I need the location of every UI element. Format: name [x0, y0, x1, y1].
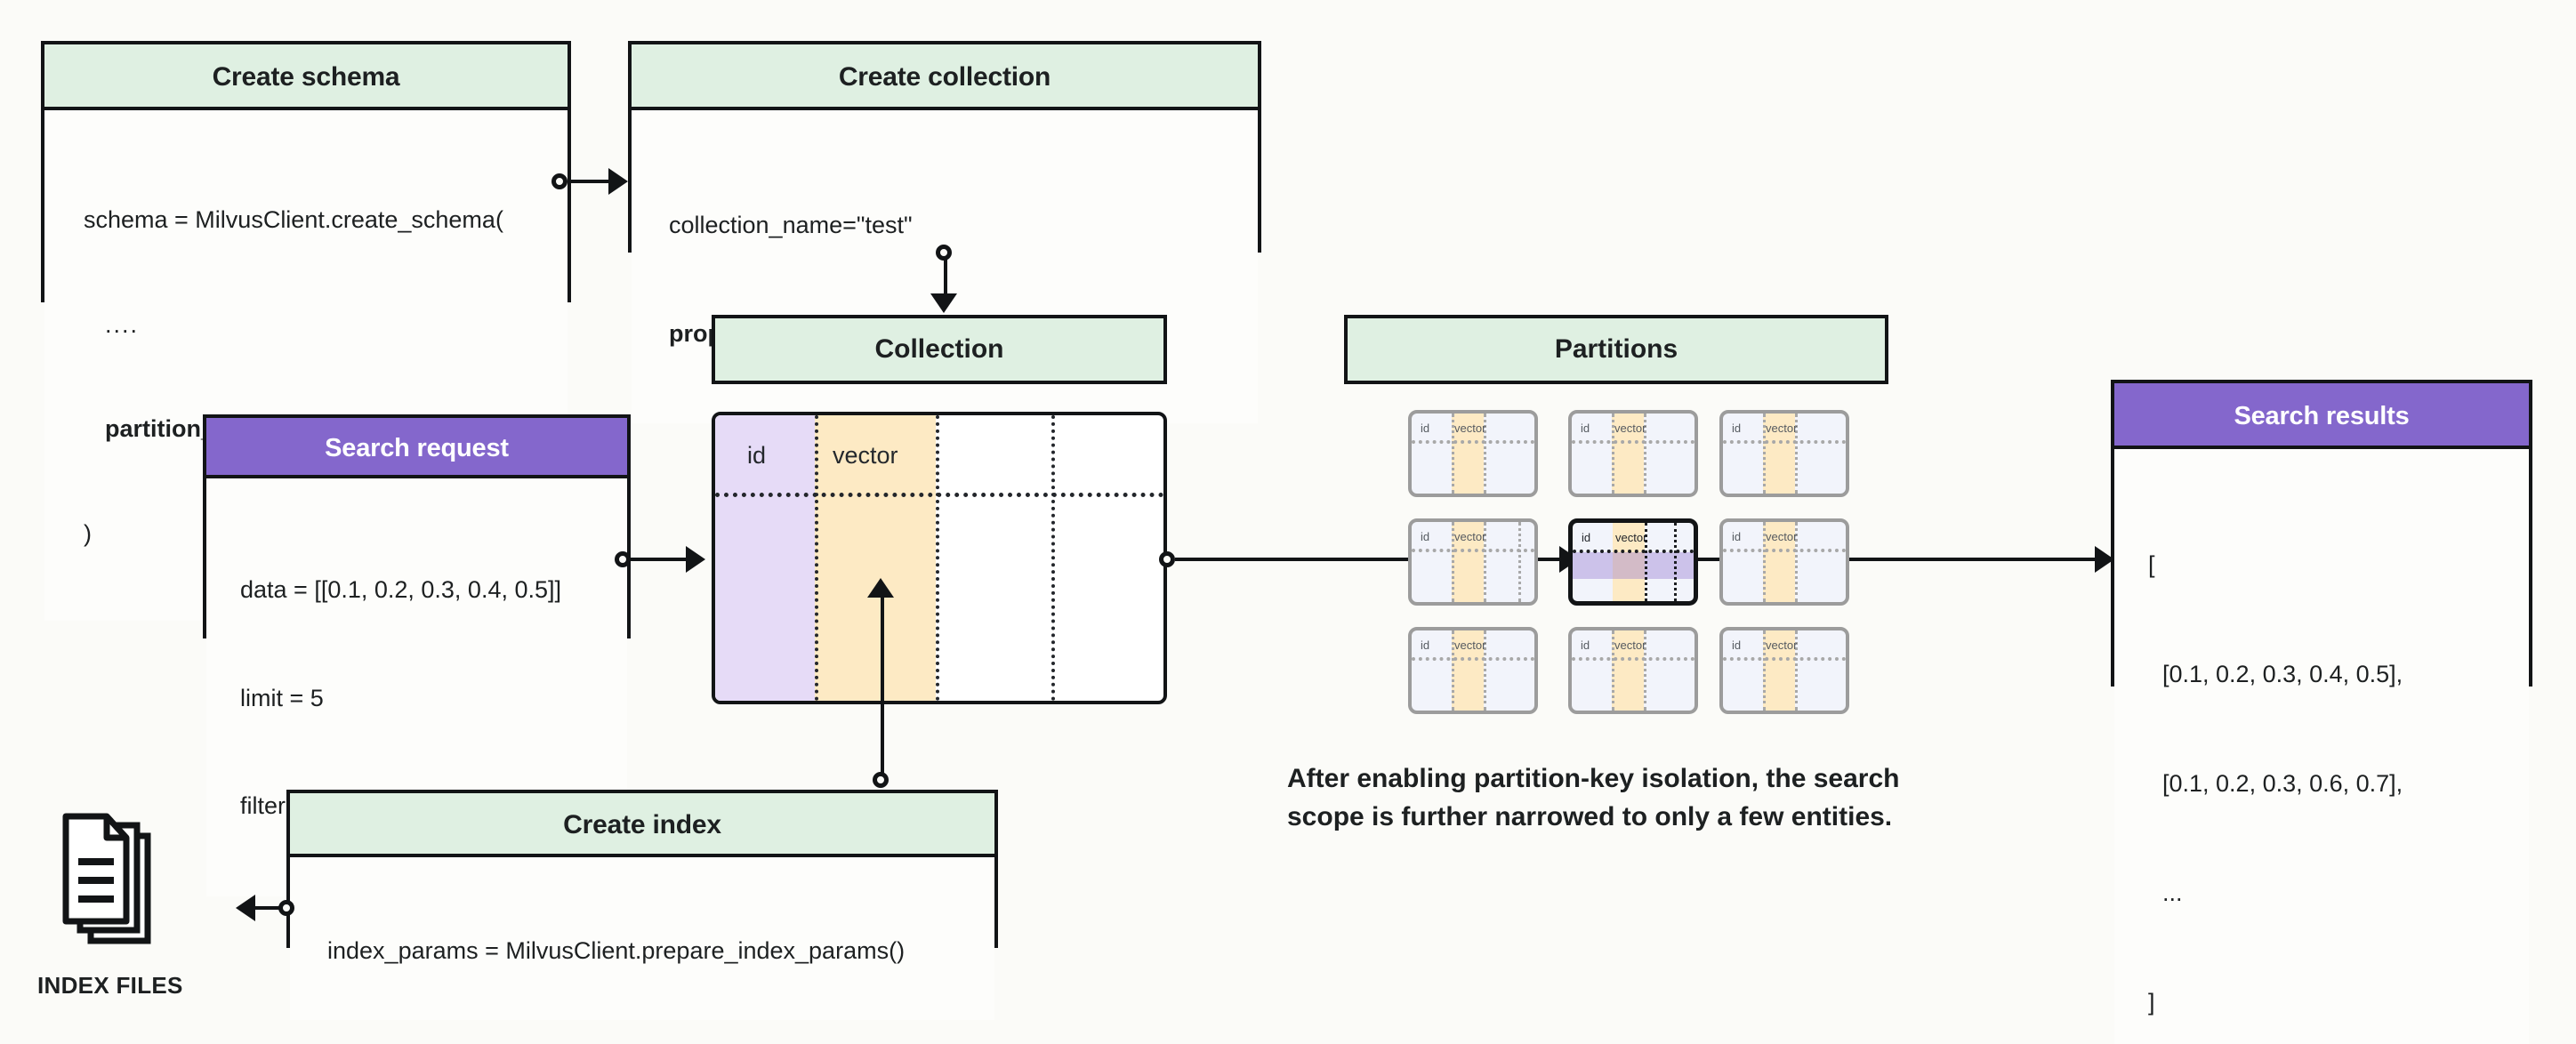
- partition-label-id: id: [1581, 638, 1590, 652]
- partition-header-rule: [1573, 550, 1694, 553]
- collection-col-header-id: id: [747, 442, 767, 469]
- collection-divider-2: [936, 415, 939, 701]
- partition-header-rule: [1412, 657, 1534, 661]
- partition-header-rule: [1412, 549, 1534, 552]
- collection-col-header-vector: vector: [833, 442, 898, 469]
- caption-line-2: scope is further narrowed to only a few …: [1287, 801, 1893, 831]
- create-index-node[interactable]: Create index index_params = MilvusClient…: [286, 790, 998, 1020]
- caption-line-1: After enabling partition-key isolation, …: [1287, 764, 1900, 793]
- partition-label-vector: vector: [1766, 422, 1798, 435]
- partition-header-rule: [1723, 657, 1846, 661]
- create-schema-title: Create schema: [44, 44, 568, 110]
- partition-card[interactable]: id vector: [1719, 518, 1849, 606]
- partition-card[interactable]: id vector: [1719, 410, 1849, 497]
- connector-dot-schema-out: [551, 173, 568, 189]
- partition-label-id: id: [1732, 422, 1742, 435]
- partitions-title-bar: Partitions: [1344, 315, 1888, 384]
- partitions-title: Partitions: [1554, 334, 1678, 364]
- partition-label-id: id: [1421, 422, 1430, 435]
- index-files-label: INDEX FILES: [37, 972, 183, 999]
- arrow-search-to-collection: [686, 546, 705, 573]
- partition-divider-3: [1674, 523, 1677, 601]
- search-request-line-2: limit = 5: [240, 684, 324, 711]
- search-request-node[interactable]: Search request data = [[0.1, 0.2, 0.3, 0…: [203, 414, 631, 896]
- search-request-line-1: data = [[0.1, 0.2, 0.3, 0.4, 0.5]]: [240, 576, 562, 603]
- partition-card[interactable]: id vector: [1408, 627, 1538, 714]
- partition-label-vector: vector: [1766, 638, 1798, 652]
- partition-header-rule: [1723, 440, 1846, 444]
- create-collection-node[interactable]: Create collection collection_name="test"…: [628, 41, 1261, 423]
- search-results-line-2: [0.1, 0.2, 0.3, 0.4, 0.5],: [2162, 661, 2403, 688]
- search-results-node[interactable]: Search results [ [0.1, 0.2, 0.3, 0.4, 0.…: [2111, 380, 2532, 1044]
- arrow-index-to-collection: [867, 578, 894, 598]
- search-results-body: [ [0.1, 0.2, 0.3, 0.4, 0.5], [0.1, 0.2, …: [2114, 449, 2529, 1044]
- search-results-line-3: [0.1, 0.2, 0.3, 0.6, 0.7],: [2162, 770, 2403, 798]
- partition-card[interactable]: id vector: [1408, 518, 1538, 606]
- create-collection-title: Create collection: [632, 44, 1258, 110]
- partition-label-id: id: [1581, 422, 1590, 435]
- partition-isolation-caption: After enabling partition-key isolation, …: [1287, 760, 2017, 836]
- partition-label-vector: vector: [1454, 638, 1486, 652]
- search-results-title: Search results: [2114, 383, 2529, 449]
- search-results-line-1: [: [2148, 551, 2155, 579]
- search-request-title: Search request: [206, 418, 627, 478]
- connector-schema-to-collection: [568, 180, 608, 183]
- connector-collection-down: [944, 258, 947, 297]
- partition-header-rule: [1723, 549, 1846, 552]
- create-index-line-1: index_params = MilvusClient.prepare_inde…: [327, 937, 906, 964]
- arrow-schema-to-collection: [608, 168, 628, 195]
- collection-title-bar: Collection: [712, 315, 1167, 384]
- collection-divider-3: [1051, 415, 1055, 701]
- connector-dot-collection-right: [1159, 551, 1175, 567]
- partition-label-vector: vector: [1614, 638, 1646, 652]
- partition-label-vector: vector: [1454, 530, 1486, 543]
- partition-header-rule: [1412, 440, 1534, 444]
- create-schema-line-2: ....: [105, 310, 140, 338]
- partition-card[interactable]: id vector: [1408, 410, 1538, 497]
- search-results-line-4: ...: [2162, 879, 2183, 907]
- diagram-canvas: Create schema schema = MilvusClient.crea…: [0, 0, 2576, 1044]
- partition-card-active[interactable]: id vector: [1568, 518, 1698, 606]
- partition-card[interactable]: id vector: [1568, 627, 1698, 714]
- collection-header-rule: [715, 493, 1163, 497]
- create-collection-line-1: collection_name="test": [669, 212, 913, 238]
- connector-index-to-files: [255, 906, 280, 910]
- connector-dot-search-out: [615, 551, 631, 567]
- partition-label-id: id: [1732, 638, 1742, 652]
- create-index-body: index_params = MilvusClient.prepare_inde…: [290, 857, 994, 1020]
- partition-label-vector: vector: [1614, 422, 1646, 435]
- arrow-index-to-files: [236, 895, 255, 921]
- connector-index-up: [881, 598, 884, 775]
- partition-header-rule: [1572, 657, 1695, 661]
- collection-table[interactable]: id vector: [712, 412, 1167, 704]
- collection-title: Collection: [874, 334, 1004, 364]
- partition-card[interactable]: id vector: [1568, 410, 1698, 497]
- arrow-collection-down: [930, 293, 957, 313]
- create-index-title: Create index: [290, 793, 994, 857]
- create-schema-node[interactable]: Create schema schema = MilvusClient.crea…: [41, 41, 571, 621]
- partition-divider-3: [1518, 522, 1521, 602]
- partition-label-vector: vector: [1615, 531, 1647, 544]
- partition-label-vector: vector: [1766, 530, 1798, 543]
- collection-divider-1: [815, 415, 818, 701]
- connector-collection-to-partitions: [1175, 558, 1381, 561]
- partition-card[interactable]: id vector: [1719, 627, 1849, 714]
- partition-label-id: id: [1421, 530, 1430, 543]
- partition-label-vector: vector: [1454, 422, 1486, 435]
- partition-header-rule: [1572, 440, 1695, 444]
- search-results-line-5: ]: [2148, 989, 2155, 1016]
- index-files-icon: [55, 811, 181, 958]
- create-schema-line-1: schema = MilvusClient.create_schema(: [84, 206, 503, 234]
- connector-search-to-collection: [631, 558, 686, 561]
- connector-dot-index-left: [278, 900, 294, 916]
- partition-label-id: id: [1421, 638, 1430, 652]
- partition-label-id: id: [1732, 530, 1742, 543]
- partition-label-id: id: [1582, 531, 1591, 544]
